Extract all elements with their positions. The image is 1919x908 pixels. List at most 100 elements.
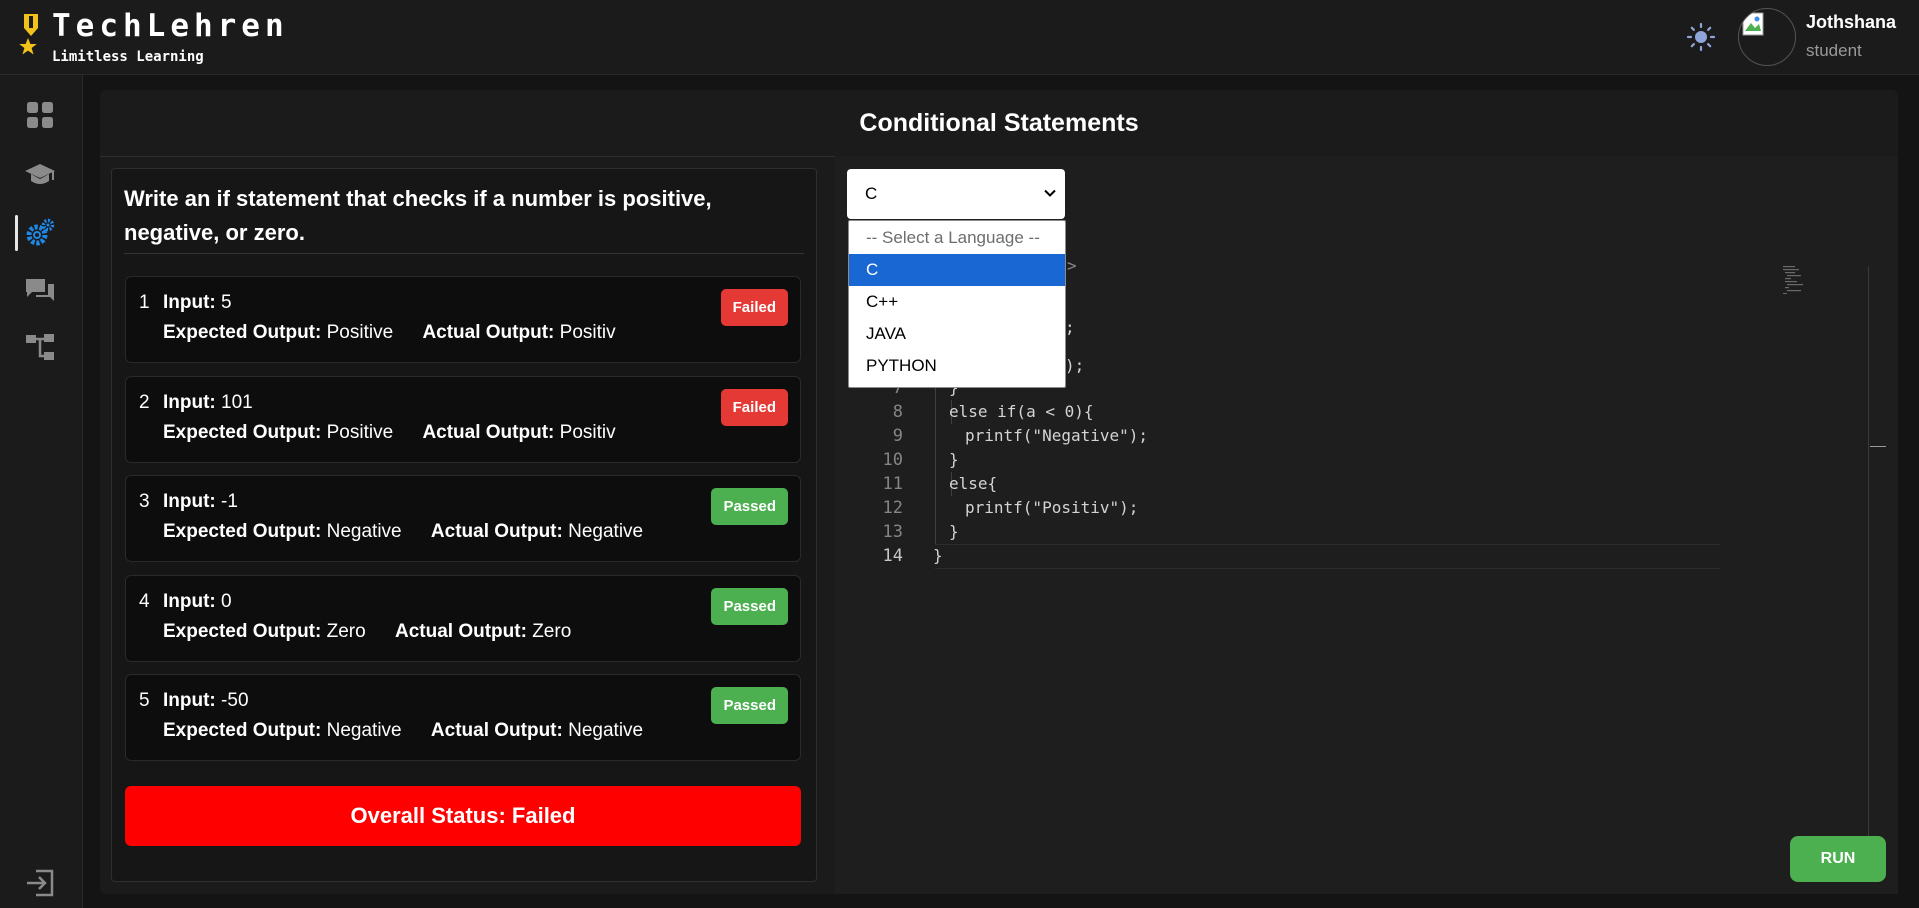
- sidebar-active-indicator: [15, 215, 18, 251]
- expected-label: Expected Output:: [163, 621, 322, 642]
- gears-icon[interactable]: [24, 217, 56, 249]
- expected-value: Positive: [326, 322, 394, 343]
- logo-icon: [19, 14, 38, 55]
- status-badge: Passed: [711, 488, 788, 525]
- test-case-input: Input: 5: [163, 292, 232, 314]
- test-case-card: 3 Input: -1 Expected Output: Negative Ac…: [125, 475, 801, 562]
- test-case-number: 4: [139, 591, 150, 612]
- divider: [124, 253, 804, 254]
- input-value: -1: [221, 491, 238, 512]
- main-panel: Conditional Statements Write an if state…: [100, 90, 1898, 894]
- question-text: Write an if statement that checks if a n…: [124, 186, 712, 245]
- test-case-card: 2 Input: 101 Expected Output: Positive A…: [125, 376, 801, 463]
- status-badge: Passed: [711, 687, 788, 724]
- actual-label: Actual Output:: [422, 422, 555, 443]
- actual-value: Positiv: [559, 322, 616, 343]
- line-number: 13: [882, 522, 903, 542]
- language-dropdown: -- Select a Language -- C C++ JAVA PYTHO…: [848, 220, 1066, 388]
- test-case-input: Input: 101: [163, 392, 253, 414]
- line-number: 9: [892, 426, 903, 446]
- test-case-input: Input: -1: [163, 491, 238, 513]
- code-line: printf("Positiv");: [965, 498, 1139, 517]
- expected-label: Expected Output:: [163, 720, 322, 741]
- actual-value: Positiv: [559, 422, 616, 443]
- run-button[interactable]: RUN: [1790, 836, 1886, 882]
- flowchart-icon[interactable]: [24, 331, 56, 363]
- code-line: printf("Negative");: [965, 426, 1149, 445]
- language-option-python[interactable]: PYTHON: [849, 350, 1065, 382]
- input-value: 0: [221, 591, 232, 612]
- actual-value: Negative: [568, 521, 644, 542]
- brand-name: TechLehren: [52, 8, 289, 44]
- graduation-cap-icon[interactable]: [24, 159, 56, 191]
- line-number: 8: [892, 402, 903, 422]
- avatar[interactable]: [1738, 8, 1796, 66]
- brand-tagline: Limitless Learning: [52, 49, 204, 65]
- expected-value: Negative: [326, 521, 402, 542]
- minimap[interactable]: [1783, 266, 1813, 294]
- actual-value: Zero: [532, 621, 572, 642]
- line-number: 14: [882, 546, 903, 566]
- broken-image-icon: [1742, 12, 1764, 36]
- input-label: Input:: [163, 292, 216, 313]
- line-number: 11: [882, 474, 903, 494]
- logout-icon[interactable]: [24, 867, 56, 899]
- editor-scrollbar[interactable]: [1868, 266, 1869, 860]
- chat-icon[interactable]: [24, 275, 56, 307]
- user-name: Jothshana: [1806, 12, 1897, 32]
- language-select-value: C: [865, 184, 878, 203]
- actual-label: Actual Output:: [394, 621, 527, 642]
- user-role: student: [1806, 41, 1862, 60]
- language-option-cpp[interactable]: C++: [849, 286, 1065, 318]
- code-fragment: >: [1067, 256, 1077, 275]
- language-option-placeholder[interactable]: -- Select a Language --: [849, 222, 1065, 254]
- expected-value: Positive: [326, 422, 394, 443]
- input-value: -50: [221, 690, 249, 711]
- input-value: 101: [221, 392, 253, 413]
- test-case-input: Input: 0: [163, 591, 232, 613]
- sun-icon[interactable]: [1686, 22, 1716, 52]
- actual-label: Actual Output:: [430, 720, 563, 741]
- expected-label: Expected Output:: [163, 322, 322, 343]
- status-badge: Failed: [720, 289, 788, 326]
- test-case-number: 2: [139, 392, 150, 413]
- test-case-outputs: Expected Output: Negative Actual Output:…: [163, 521, 643, 543]
- test-case-outputs: Expected Output: Positive Actual Output:…: [163, 322, 616, 344]
- expected-label: Expected Output:: [163, 422, 322, 443]
- test-case-outputs: Expected Output: Negative Actual Output:…: [163, 720, 643, 742]
- dashboard-icon[interactable]: [24, 99, 56, 131]
- test-case-outputs: Expected Output: Zero Actual Output: Zer…: [163, 621, 571, 643]
- test-case-card: 4 Input: 0 Expected Output: Zero Actual …: [125, 575, 801, 662]
- language-option-java[interactable]: JAVA: [849, 318, 1065, 350]
- code-line: }: [949, 522, 959, 541]
- test-case-card: 5 Input: -50 Expected Output: Negative A…: [125, 674, 801, 761]
- scrollbar-marker: [1870, 446, 1886, 447]
- page-title: Conditional Statements: [100, 90, 1898, 157]
- expected-value: Zero: [326, 621, 366, 642]
- code-line: }: [933, 546, 943, 565]
- language-select[interactable]: C: [847, 169, 1065, 219]
- test-case-outputs: Expected Output: Positive Actual Output:…: [163, 422, 616, 444]
- test-case-number: 3: [139, 491, 150, 512]
- sidebar: [0, 75, 83, 908]
- actual-label: Actual Output:: [430, 521, 563, 542]
- code-fragment: ;: [1065, 318, 1075, 337]
- test-case-input: Input: -50: [163, 690, 249, 712]
- line-number: 12: [882, 498, 903, 518]
- status-badge: Failed: [720, 389, 788, 426]
- chevron-down-icon: [1044, 189, 1056, 197]
- expected-value: Negative: [326, 720, 402, 741]
- test-results-panel: Write an if statement that checks if a n…: [111, 168, 817, 882]
- top-bar: TechLehren Limitless Learning Jothshana …: [0, 0, 1919, 75]
- code-line: else{: [949, 474, 998, 493]
- input-value: 5: [221, 292, 232, 313]
- code-line: else if(a < 0){: [949, 402, 1094, 421]
- input-label: Input:: [163, 591, 216, 612]
- test-case-number: 5: [139, 690, 150, 711]
- test-case-card: 1 Input: 5 Expected Output: Positive Act…: [125, 276, 801, 363]
- status-badge: Passed: [711, 588, 788, 625]
- code-fragment: );: [1065, 356, 1085, 375]
- expected-label: Expected Output:: [163, 521, 322, 542]
- language-option-c[interactable]: C: [849, 254, 1065, 286]
- indent-guide: [935, 376, 936, 544]
